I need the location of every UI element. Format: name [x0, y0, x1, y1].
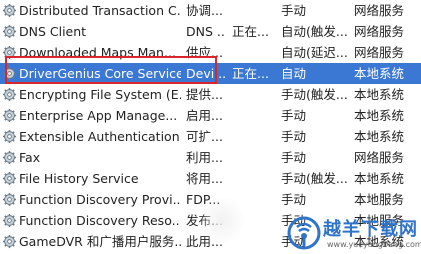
watermark-logo-icon — [287, 216, 321, 250]
service-startup-type: 手动 — [281, 129, 307, 144]
service-description: 供应... — [186, 45, 223, 60]
service-description: 利用... — [186, 150, 223, 165]
service-name: Encrypting File System (E... — [19, 87, 181, 102]
service-gear-icon — [2, 213, 17, 228]
service-description: 启用... — [186, 108, 223, 123]
service-startup-type: 手动 — [281, 150, 307, 165]
service-logon-as: 本地系统 — [354, 87, 405, 102]
service-row[interactable]: Extensible Authentication... 可扩... 手动 本地系统 — [0, 126, 421, 147]
service-gear-icon — [2, 108, 17, 123]
service-startup-type: 手动(触发... — [281, 171, 347, 186]
service-gear-icon — [2, 171, 17, 186]
service-row[interactable]: File History Service 将用... 手动(触发... 本地系统 — [0, 168, 421, 189]
service-status: 正在... — [232, 66, 269, 81]
service-logon-as: 本地服务 — [354, 192, 405, 207]
service-name: File History Service — [19, 171, 139, 186]
service-status — [232, 84, 278, 105]
service-name: Distributed Transaction C... — [19, 3, 181, 18]
service-status — [232, 147, 278, 168]
service-gear-icon — [2, 3, 17, 18]
service-description: 可扩... — [186, 129, 223, 144]
service-status — [232, 126, 278, 147]
service-name: DriverGenius Core Service — [19, 66, 181, 81]
service-gear-icon — [2, 66, 17, 81]
service-row[interactable]: Enterprise App Manage... 启用... 手动 本地系统 — [0, 105, 421, 126]
service-status: 正在... — [232, 24, 269, 39]
service-startup-type: 自动 — [281, 66, 307, 81]
service-logon-as: 网络服务 — [354, 150, 405, 165]
service-row[interactable]: DNS Client DNS ... 正在... 自动(触发... 网络服务 — [0, 21, 421, 42]
service-row[interactable]: Fax 利用... 手动 网络服务 — [0, 147, 421, 168]
watermark-url: www.yueyangbang.com — [327, 240, 421, 249]
service-status — [232, 42, 278, 63]
service-gear-icon — [2, 192, 17, 207]
service-name: Fax — [19, 150, 41, 165]
service-logon-as: 网络服务 — [354, 24, 405, 39]
service-description: Devi... — [186, 66, 226, 81]
service-startup-type: 手动(触发... — [281, 87, 347, 102]
service-name: DNS Client — [19, 24, 87, 39]
service-description: 提供... — [186, 87, 223, 102]
service-gear-icon — [2, 45, 17, 60]
service-name: Downloaded Maps Man... — [19, 45, 176, 60]
service-row[interactable]: Encrypting File System (E... 提供... 手动(触发..… — [0, 84, 421, 105]
service-logon-as: 本地系统 — [354, 171, 405, 186]
service-row[interactable]: DriverGenius Core Service Devi... 正在... 自动 本… — [0, 63, 421, 84]
service-status — [232, 0, 278, 21]
service-row[interactable]: Distributed Transaction C... 协调... 手动 网络服务 — [0, 0, 421, 21]
service-description: DNS ... — [186, 24, 226, 39]
service-status — [232, 105, 278, 126]
service-startup-type: 手动 — [281, 192, 307, 207]
service-logon-as: 本地系统 — [354, 129, 405, 144]
service-startup-type: 自动(延迟... — [281, 45, 347, 60]
service-name: Extensible Authentication... — [19, 129, 181, 144]
service-name: Function Discovery Reso... — [19, 213, 181, 228]
service-logon-as: 本地系统 — [354, 66, 405, 81]
service-gear-icon — [2, 87, 17, 102]
service-row[interactable]: Downloaded Maps Man... 供应... 自动(延迟... 网络服务 — [0, 42, 421, 63]
service-logon-as: 网络服务 — [354, 45, 405, 60]
service-gear-icon — [2, 24, 17, 39]
service-name: Function Discovery Provi... — [19, 192, 181, 207]
service-startup-type: 自动(触发... — [281, 24, 347, 39]
service-startup-type: 手动 — [281, 3, 307, 18]
service-status — [232, 168, 278, 189]
service-description: 协调... — [186, 3, 223, 18]
service-gear-icon — [2, 150, 17, 165]
service-startup-type: 手动 — [281, 108, 307, 123]
service-logon-as: 本地系统 — [354, 108, 405, 123]
service-name: GameDVR 和广播用户服务... — [19, 234, 181, 249]
watermark: 越羊下载网 www.yueyangbang.com — [287, 214, 421, 254]
service-name: Enterprise App Manage... — [19, 108, 178, 123]
service-gear-icon — [2, 129, 17, 144]
service-description: 将用... — [186, 171, 223, 186]
watermark-blur — [198, 196, 246, 246]
service-logon-as: 网络服务 — [354, 3, 405, 18]
watermark-title: 越羊下载网 — [323, 219, 418, 240]
service-gear-icon — [2, 234, 17, 249]
